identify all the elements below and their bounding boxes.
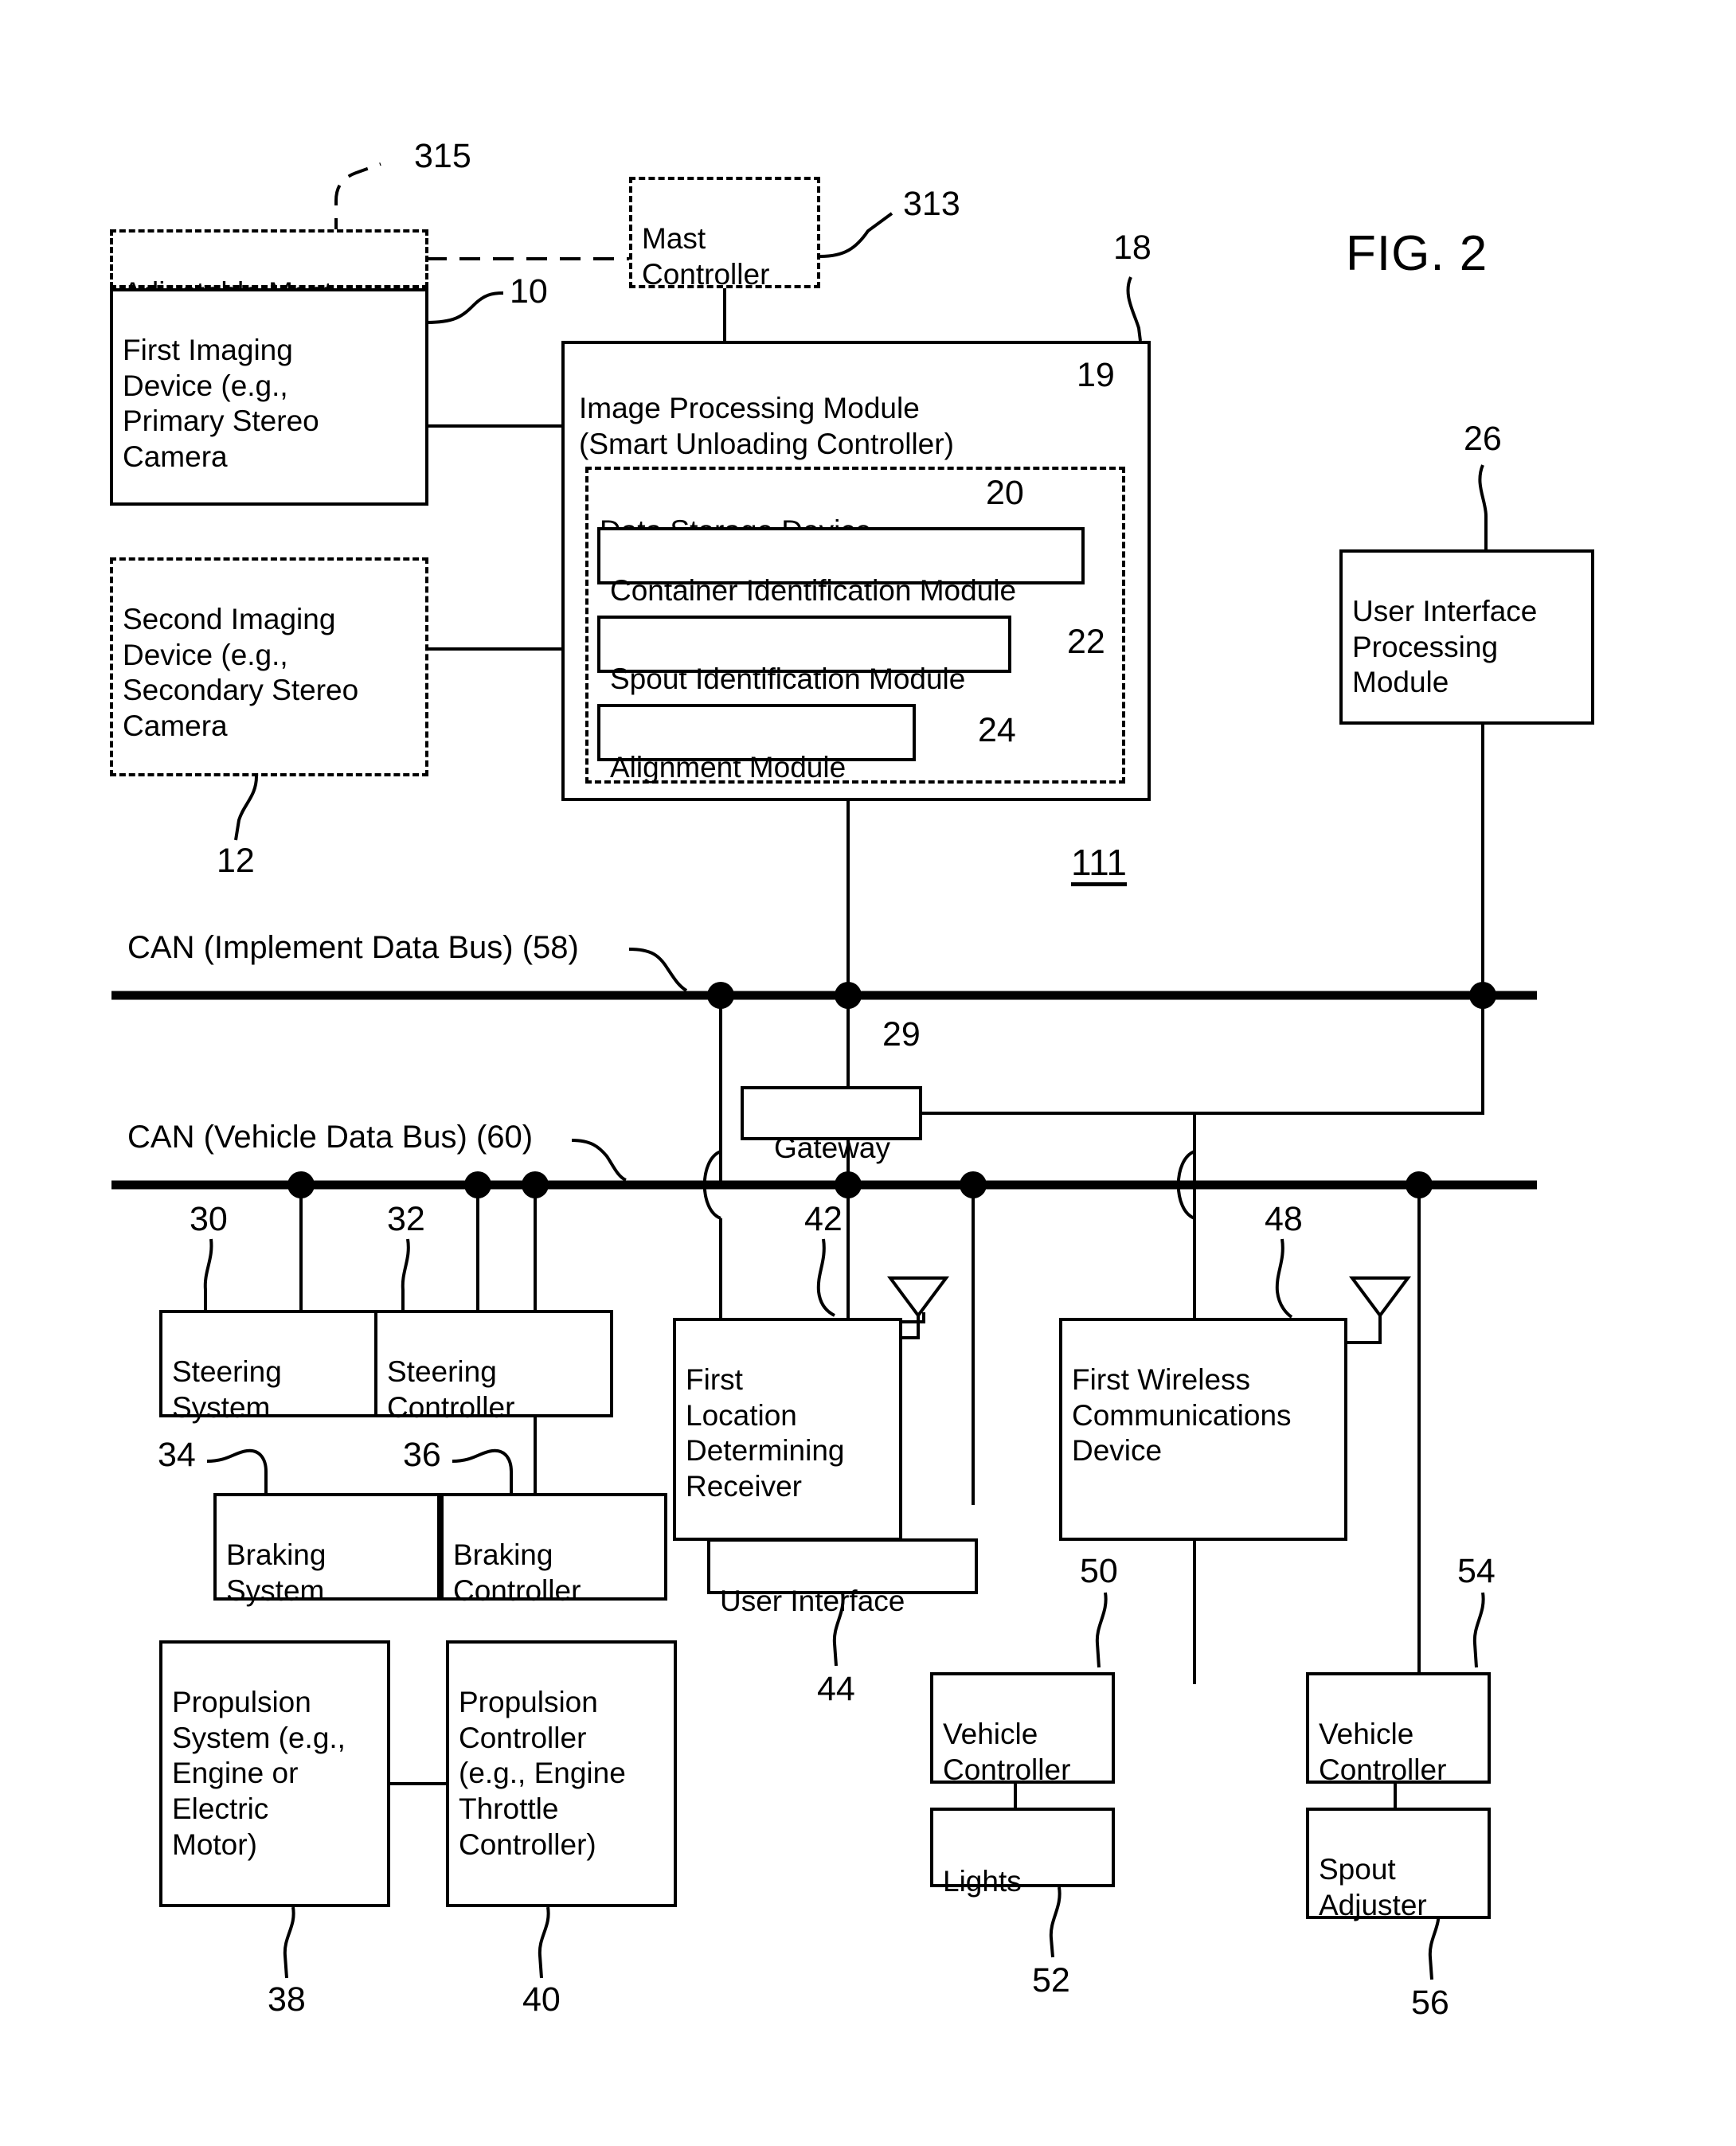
block-vehicle-controller-spout-label: Vehicle Controller	[1319, 1717, 1447, 1786]
ref-19: 19	[1077, 356, 1115, 394]
vehicle-bus-label: CAN (Vehicle Data Bus) (60)	[127, 1120, 534, 1155]
implement-bus-label: CAN (Implement Data Bus) (58)	[127, 930, 579, 965]
block-lights: Lights	[930, 1808, 1115, 1898]
block-vehicle-controller-lights-label: Vehicle Controller	[943, 1717, 1071, 1786]
block-container-identification-module: Container Identification Module	[597, 527, 1085, 607]
block-alignment-module: Alignment Module	[597, 704, 916, 784]
block-braking-system-label: Braking System	[226, 1538, 326, 1607]
ref-40: 40	[522, 1980, 561, 2019]
block-braking-controller: Braking Controller	[440, 1493, 667, 1607]
ref-26: 26	[1464, 420, 1502, 458]
ref-18: 18	[1113, 229, 1151, 267]
ref-111-system: 111	[1071, 844, 1127, 886]
ref-12: 12	[217, 842, 255, 880]
block-steering-system-label: Steering System	[172, 1354, 282, 1424]
block-lights-label: Lights	[943, 1864, 1022, 1898]
block-first-imaging-device: First Imaging Device (e.g., Primary Ster…	[110, 288, 428, 506]
block-user-interface: User Interface	[707, 1538, 978, 1617]
ref-50: 50	[1080, 1552, 1118, 1590]
block-spout-adjuster: Spout Adjuster	[1306, 1808, 1491, 1921]
block-braking-system: Braking System	[213, 1493, 440, 1607]
ref-38: 38	[268, 1980, 306, 2019]
ref-52: 52	[1032, 1961, 1070, 1999]
ref-20: 20	[986, 474, 1024, 512]
block-first-location-determining-receiver-label: First Location Determining Receiver	[686, 1362, 845, 1503]
ref-34: 34	[158, 1436, 196, 1474]
block-second-imaging-device-label: Second Imaging Device (e.g., Secondary S…	[123, 602, 359, 743]
ref-54: 54	[1457, 1552, 1496, 1590]
block-gateway-label: Gateway	[773, 1131, 890, 1164]
block-spout-identification-module: Spout Identification Module	[597, 616, 1011, 695]
ref-10: 10	[510, 272, 548, 311]
ref-313: 313	[903, 185, 960, 223]
ref-29: 29	[882, 1015, 921, 1053]
block-container-identification-module-label: Container Identification Module	[610, 573, 1017, 607]
ref-30: 30	[190, 1200, 228, 1238]
block-user-interface-processing-module-label: User Interface Processing Module	[1352, 594, 1538, 699]
block-propulsion-controller: Propulsion Controller (e.g., Engine Thro…	[446, 1640, 677, 1907]
block-first-wireless-communications-device: First Wireless Communications Device	[1059, 1318, 1347, 1541]
block-spout-adjuster-label: Spout Adjuster	[1319, 1852, 1427, 1921]
block-vehicle-controller-spout: Vehicle Controller	[1306, 1672, 1491, 1786]
block-propulsion-controller-label: Propulsion Controller (e.g., Engine Thro…	[459, 1685, 626, 1861]
block-vehicle-controller-lights: Vehicle Controller	[930, 1672, 1115, 1786]
block-mast-controller: Mast Controller	[629, 177, 820, 291]
block-propulsion-system-label: Propulsion System (e.g., Engine or Elect…	[172, 1685, 346, 1861]
block-steering-controller-label: Steering Controller	[387, 1354, 515, 1424]
block-adjustable-mast: Adjustable Mast	[110, 229, 428, 309]
block-propulsion-system: Propulsion System (e.g., Engine or Elect…	[159, 1640, 390, 1907]
ref-32: 32	[387, 1200, 425, 1238]
ref-22: 22	[1067, 623, 1105, 661]
ref-42: 42	[804, 1200, 843, 1238]
block-gateway: Gateway	[741, 1086, 922, 1164]
ref-56: 56	[1411, 1984, 1449, 2022]
block-first-wireless-communications-device-label: First Wireless Communications Device	[1072, 1362, 1292, 1468]
block-user-interface-processing-module: User Interface Processing Module	[1339, 549, 1594, 725]
block-second-imaging-device: Second Imaging Device (e.g., Secondary S…	[110, 557, 428, 776]
block-alignment-module-label: Alignment Module	[610, 750, 846, 784]
ref-44: 44	[817, 1670, 855, 1708]
block-steering-controller: Steering Controller	[374, 1310, 613, 1424]
block-first-imaging-device-label: First Imaging Device (e.g., Primary Ster…	[123, 333, 319, 474]
patent-figure-2: Adjustable Mast 315 First Imaging Device…	[0, 0, 1736, 2146]
block-mast-controller-label: Mast Controller	[642, 221, 770, 291]
block-braking-controller-label: Braking Controller	[453, 1538, 581, 1607]
figure-label: FIG. 2	[1346, 226, 1488, 281]
ref-48: 48	[1265, 1200, 1303, 1238]
block-spout-identification-module-label: Spout Identification Module	[610, 662, 966, 695]
block-image-processing-module-label: Image Processing Module (Smart Unloading…	[579, 391, 954, 460]
ref-36: 36	[403, 1436, 441, 1474]
block-steering-system: Steering System	[159, 1310, 398, 1424]
ref-315: 315	[414, 137, 471, 175]
block-first-location-determining-receiver: First Location Determining Receiver	[673, 1318, 902, 1541]
block-user-interface-label: User Interface	[720, 1584, 905, 1617]
ref-24: 24	[978, 711, 1016, 749]
